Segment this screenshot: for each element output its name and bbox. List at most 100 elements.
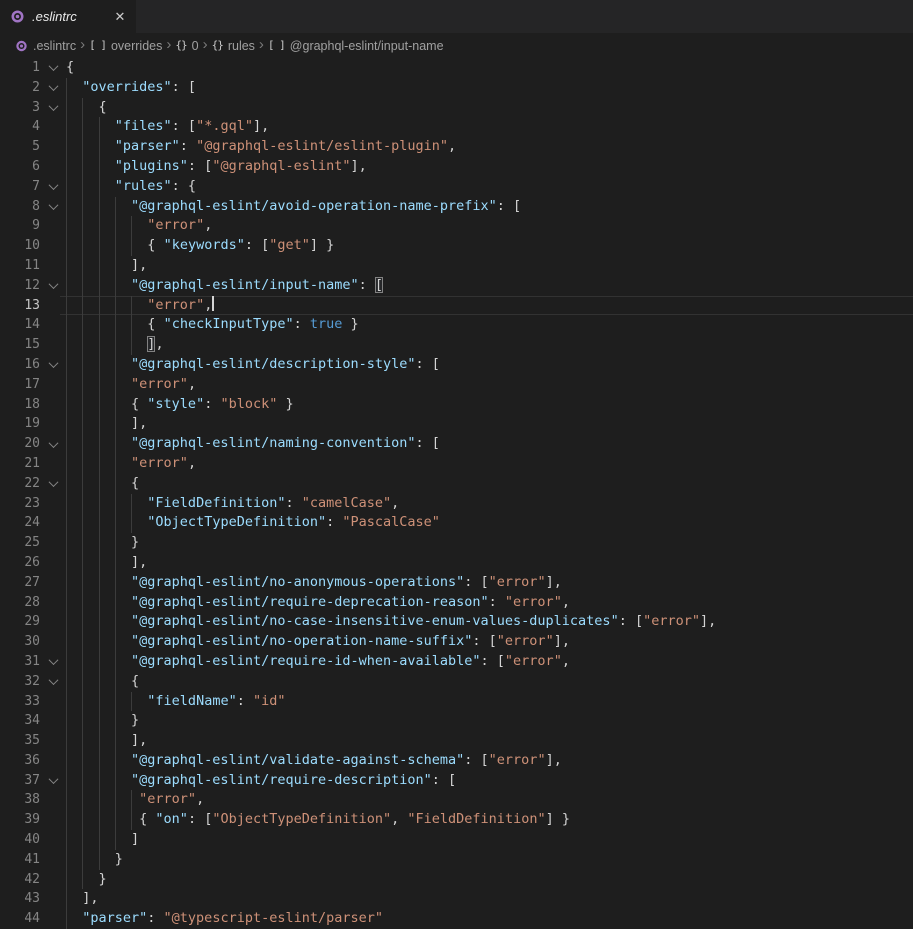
fold-chevron-icon[interactable] [40, 652, 66, 672]
code-line-28[interactable]: 28"@graphql-eslint/require-deprecation-r… [0, 593, 913, 613]
line-number[interactable]: 38 [0, 790, 40, 810]
line-number[interactable]: 6 [0, 157, 40, 177]
tab-eslintrc[interactable]: .eslintrc ✕ [0, 0, 136, 33]
line-number[interactable]: 22 [0, 474, 40, 494]
code-line-17[interactable]: 17"error", [0, 375, 913, 395]
breadcrumb-item--graphql-eslint-input-name[interactable]: [ ]@graphql-eslint/input-name [268, 39, 444, 53]
line-number[interactable]: 31 [0, 652, 40, 672]
code-line-36[interactable]: 36"@graphql-eslint/validate-against-sche… [0, 751, 913, 771]
line-number[interactable]: 16 [0, 355, 40, 375]
line-number[interactable]: 2 [0, 78, 40, 98]
line-number[interactable]: 43 [0, 889, 40, 909]
code-line-19[interactable]: 19], [0, 414, 913, 434]
code-line-9[interactable]: 9"error", [0, 216, 913, 236]
code-line-23[interactable]: 23"FieldDefinition": "camelCase", [0, 494, 913, 514]
line-number[interactable]: 32 [0, 672, 40, 692]
code-line-20[interactable]: 20"@graphql-eslint/naming-convention": [ [0, 434, 913, 454]
code-line-42[interactable]: 42} [0, 870, 913, 890]
code-line-29[interactable]: 29"@graphql-eslint/no-case-insensitive-e… [0, 612, 913, 632]
code-line-40[interactable]: 40] [0, 830, 913, 850]
code-line-38[interactable]: 38"error", [0, 790, 913, 810]
line-number[interactable]: 8 [0, 197, 40, 217]
code-line-11[interactable]: 11], [0, 256, 913, 276]
code-line-32[interactable]: 32{ [0, 672, 913, 692]
close-icon[interactable]: ✕ [110, 7, 130, 27]
breadcrumb-item-0[interactable]: {}0 [175, 39, 198, 53]
code-line-15[interactable]: 15], [0, 335, 913, 355]
line-number[interactable]: 12 [0, 276, 40, 296]
fold-chevron-icon[interactable] [40, 474, 66, 494]
fold-chevron-icon[interactable] [40, 771, 66, 791]
line-number[interactable]: 18 [0, 395, 40, 415]
line-number[interactable]: 29 [0, 612, 40, 632]
line-number[interactable]: 13 [0, 296, 40, 316]
code-editor[interactable]: 1{2"overrides": [3{4"files": ["*.gql"],5… [0, 58, 913, 929]
breadcrumb-item-rules[interactable]: {}rules [212, 39, 255, 53]
line-number[interactable]: 26 [0, 553, 40, 573]
line-number[interactable]: 33 [0, 692, 40, 712]
code-line-12[interactable]: 12"@graphql-eslint/input-name": [ [0, 276, 913, 296]
code-line-37[interactable]: 37"@graphql-eslint/require-description":… [0, 771, 913, 791]
line-number[interactable]: 15 [0, 335, 40, 355]
line-number[interactable]: 17 [0, 375, 40, 395]
line-number[interactable]: 27 [0, 573, 40, 593]
code-line-5[interactable]: 5"parser": "@graphql-eslint/eslint-plugi… [0, 137, 913, 157]
code-line-2[interactable]: 2"overrides": [ [0, 78, 913, 98]
line-number[interactable]: 7 [0, 177, 40, 197]
line-number[interactable]: 9 [0, 216, 40, 236]
fold-chevron-icon[interactable] [40, 58, 66, 78]
code-line-31[interactable]: 31"@graphql-eslint/require-id-when-avail… [0, 652, 913, 672]
line-number[interactable]: 39 [0, 810, 40, 830]
line-number[interactable]: 19 [0, 414, 40, 434]
code-line-16[interactable]: 16"@graphql-eslint/description-style": [ [0, 355, 913, 375]
fold-chevron-icon[interactable] [40, 434, 66, 454]
code-line-13[interactable]: 13"error", [0, 296, 913, 316]
line-number[interactable]: 21 [0, 454, 40, 474]
code-line-22[interactable]: 22{ [0, 474, 913, 494]
fold-chevron-icon[interactable] [40, 177, 66, 197]
code-line-25[interactable]: 25} [0, 533, 913, 553]
code-line-21[interactable]: 21"error", [0, 454, 913, 474]
fold-chevron-icon[interactable] [40, 672, 66, 692]
line-number[interactable]: 36 [0, 751, 40, 771]
line-number[interactable]: 3 [0, 98, 40, 118]
line-number[interactable]: 42 [0, 870, 40, 890]
line-number[interactable]: 37 [0, 771, 40, 791]
line-number[interactable]: 1 [0, 58, 40, 78]
code-line-30[interactable]: 30"@graphql-eslint/no-operation-name-suf… [0, 632, 913, 652]
line-number[interactable]: 14 [0, 315, 40, 335]
line-number[interactable]: 35 [0, 731, 40, 751]
line-number[interactable]: 4 [0, 117, 40, 137]
line-number[interactable]: 40 [0, 830, 40, 850]
code-line-43[interactable]: 43], [0, 889, 913, 909]
code-line-7[interactable]: 7"rules": { [0, 177, 913, 197]
line-number[interactable]: 5 [0, 137, 40, 157]
line-number[interactable]: 30 [0, 632, 40, 652]
code-line-41[interactable]: 41} [0, 850, 913, 870]
code-line-24[interactable]: 24"ObjectTypeDefinition": "PascalCase" [0, 513, 913, 533]
line-number[interactable]: 28 [0, 593, 40, 613]
fold-chevron-icon[interactable] [40, 197, 66, 217]
fold-chevron-icon[interactable] [40, 78, 66, 98]
fold-chevron-icon[interactable] [40, 276, 66, 296]
code-line-26[interactable]: 26], [0, 553, 913, 573]
code-line-14[interactable]: 14{ "checkInputType": true } [0, 315, 913, 335]
breadcrumb-item-overrides[interactable]: [ ]overrides [89, 39, 162, 53]
code-line-35[interactable]: 35], [0, 731, 913, 751]
line-number[interactable]: 34 [0, 711, 40, 731]
code-line-8[interactable]: 8"@graphql-eslint/avoid-operation-name-p… [0, 197, 913, 217]
code-line-4[interactable]: 4"files": ["*.gql"], [0, 117, 913, 137]
line-number[interactable]: 10 [0, 236, 40, 256]
line-number[interactable]: 24 [0, 513, 40, 533]
line-number[interactable]: 11 [0, 256, 40, 276]
code-line-1[interactable]: 1{ [0, 58, 913, 78]
code-line-44[interactable]: 44"parser": "@typescript-eslint/parser" [0, 909, 913, 929]
line-number[interactable]: 20 [0, 434, 40, 454]
line-number[interactable]: 41 [0, 850, 40, 870]
line-number[interactable]: 23 [0, 494, 40, 514]
code-line-33[interactable]: 33"fieldName": "id" [0, 692, 913, 712]
code-line-18[interactable]: 18{ "style": "block" } [0, 395, 913, 415]
fold-chevron-icon[interactable] [40, 355, 66, 375]
code-line-27[interactable]: 27"@graphql-eslint/no-anonymous-operatio… [0, 573, 913, 593]
code-line-3[interactable]: 3{ [0, 98, 913, 118]
